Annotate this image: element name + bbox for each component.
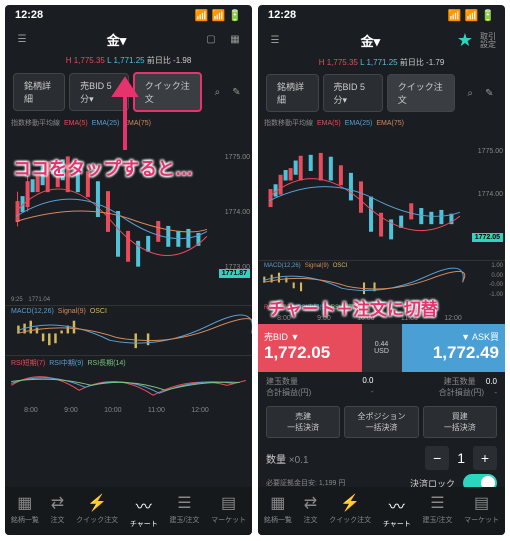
- price-tag: 1771.87: [219, 269, 250, 278]
- tab-quick-order[interactable]: クイック注文: [387, 74, 455, 112]
- nav-market[interactable]: ▤マーケット: [211, 493, 246, 529]
- bid-button[interactable]: 売BID ▼ 1,772.05: [258, 324, 362, 372]
- layout-icon[interactable]: ▢: [202, 31, 220, 49]
- menu-icon[interactable]: ☰: [266, 32, 284, 50]
- qty-value[interactable]: 1: [457, 450, 465, 466]
- time-marker: 9:25 1771.04: [5, 295, 252, 305]
- indicator-icon[interactable]: ⌕: [463, 84, 478, 102]
- nav-pos[interactable]: ☰建玉/注文: [169, 493, 199, 529]
- nav-list[interactable]: ▦銘柄一覧: [264, 493, 292, 529]
- tab-detail[interactable]: 銘柄詳細: [13, 73, 65, 111]
- draw-icon[interactable]: ✎: [229, 83, 244, 101]
- indicator-legend: 指数移動平均線EMA(5)EMA(25)EMA(75): [258, 116, 505, 130]
- tab-bid[interactable]: 売BID 5分▾: [323, 74, 383, 112]
- arrow-icon: [110, 80, 140, 150]
- status-icons: 📶 📶 🔋: [195, 9, 242, 22]
- price-summary: H 1,775.35 L 1,771.25 前日比 -1.98: [5, 53, 252, 68]
- phone-right: 12:28 📶 📶 🔋 ☰ 金▾ ★ 取引 設定 H 1,775.35 L 1,…: [258, 5, 505, 535]
- price-summary: H 1,775.35 L 1,771.25 前日比 -1.79: [258, 55, 505, 70]
- main-chart[interactable]: 1775.001774.001773.00 1772.05: [258, 130, 505, 260]
- tab-row: 銘柄詳細 売BID 5分▾ クイック注文 ⌕ ✎: [258, 70, 505, 116]
- menu-icon[interactable]: ☰: [13, 31, 31, 49]
- osc-y-axis: 1.000.00-0.00-1.00: [465, 261, 503, 300]
- status-bar: 12:28 📶 📶 🔋: [258, 5, 505, 26]
- settings-button[interactable]: 取引 設定: [479, 32, 497, 50]
- qty-row: 数量 ×0.1 − 1 +: [258, 442, 505, 474]
- nav-list[interactable]: ▦銘柄一覧: [11, 493, 39, 529]
- rsi-chart[interactable]: RSI短期(7)RSI中期(9)RSI長期(14): [5, 355, 252, 405]
- header: ☰ 金▾ ★ 取引 設定: [258, 26, 505, 55]
- bottom-nav: ▦銘柄一覧 ⇄注文 ⚡クイック注文 〰チャート ☰建玉/注文 ▤マーケット: [5, 487, 252, 535]
- position-stats: 建玉数量 0.0合計損益(円) - 建玉数量 0.0合計損益(円) -: [258, 372, 505, 402]
- favorite-icon[interactable]: ★: [457, 30, 473, 51]
- bottom-nav: ▦銘柄一覧 ⇄注文 ⚡クイック注文 〰チャート ☰建玉/注文 ▤マーケット: [258, 487, 505, 535]
- nav-quick[interactable]: ⚡クイック注文: [329, 493, 371, 529]
- macd-chart[interactable]: MACD(12,26)Signal(9)OSCI: [5, 305, 252, 355]
- close-all-button[interactable]: 全ポジション 一括決済: [344, 406, 418, 438]
- nav-order[interactable]: ⇄注文: [304, 493, 318, 529]
- tab-detail[interactable]: 銘柄詳細: [266, 74, 319, 112]
- status-icons: 📶 📶 🔋: [448, 9, 495, 22]
- ask-button[interactable]: ▼ ASK買 1,772.49: [402, 324, 506, 372]
- qty-label: 数量 ×0.1: [266, 451, 309, 466]
- x-axis: 8:009:0010:0011:0012:00: [5, 405, 252, 416]
- annotation-right: チャート＋注文に切替: [268, 295, 438, 320]
- nav-order[interactable]: ⇄注文: [51, 493, 65, 529]
- bid-price: 1,772.05: [264, 343, 356, 363]
- indicator-icon[interactable]: ⌕: [210, 83, 225, 101]
- close-buy-button[interactable]: 買建 一括決済: [423, 406, 497, 438]
- high-label: H 1,775.35: [66, 56, 105, 65]
- status-time: 12:28: [15, 9, 43, 22]
- bid-ask-row: 売BID ▼ 1,772.05 0.44USD ▼ ASK買 1,772.49: [258, 324, 505, 372]
- nav-pos[interactable]: ☰建玉/注文: [422, 493, 452, 529]
- annotation-left: ココをタップすると…: [13, 155, 193, 181]
- spread-display: 0.44USD: [362, 324, 402, 372]
- candlesticks: [264, 142, 465, 256]
- order-panel: 売BID ▼ 1,772.05 0.44USD ▼ ASK買 1,772.49 …: [258, 324, 505, 496]
- ask-price: 1,772.49: [408, 343, 500, 363]
- draw-icon[interactable]: ✎: [482, 84, 497, 102]
- status-bar: 12:28 📶 📶 🔋: [5, 5, 252, 26]
- nav-chart[interactable]: 〰チャート: [383, 493, 411, 529]
- phone-left: 12:28 📶 📶 🔋 ☰ 金▾ ▢ ▦ H 1,775.35 L 1,771.…: [5, 5, 252, 535]
- instrument-title[interactable]: 金▾: [37, 30, 196, 49]
- tab-quick-order[interactable]: クイック注文: [133, 72, 202, 112]
- change-label: 前日比 -1.98: [147, 56, 191, 65]
- qty-plus-button[interactable]: +: [473, 446, 497, 470]
- low-label: L 1,771.25: [107, 56, 145, 65]
- grid-icon[interactable]: ▦: [226, 31, 244, 49]
- nav-quick[interactable]: ⚡クイック注文: [76, 493, 118, 529]
- close-controls: 売建 一括決済 全ポジション 一括決済 買建 一括決済: [258, 402, 505, 442]
- price-tag: 1772.05: [472, 233, 503, 242]
- header: ☰ 金▾ ▢ ▦: [5, 26, 252, 53]
- nav-market[interactable]: ▤マーケット: [464, 493, 499, 529]
- instrument-title[interactable]: 金▾: [290, 31, 451, 50]
- status-time: 12:28: [268, 9, 296, 22]
- macd-chart[interactable]: MACD(12,26)Signal(9)OSCI 1.000.00-0.00-1…: [258, 260, 505, 300]
- nav-chart[interactable]: 〰チャート: [130, 493, 158, 529]
- close-sell-button[interactable]: 売建 一括決済: [266, 406, 340, 438]
- qty-minus-button[interactable]: −: [425, 446, 449, 470]
